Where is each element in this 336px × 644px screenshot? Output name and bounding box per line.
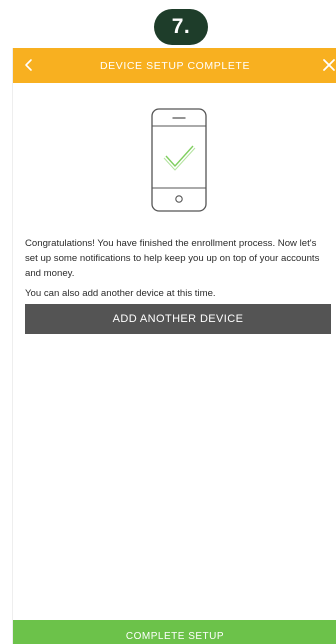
chevron-left-icon[interactable] <box>21 57 37 73</box>
message-paragraph: You can also add another device at this … <box>25 288 216 299</box>
step-number-badge: 7. <box>154 9 208 45</box>
complete-setup-button[interactable]: COMPLETE SETUP <box>13 620 336 644</box>
message-paragraph: Congratulations! You have finished the e… <box>25 238 320 279</box>
page-title: DEVICE SETUP COMPLETE <box>99 59 251 72</box>
completion-message: Congratulations! You have finished the e… <box>25 236 330 301</box>
add-another-device-button[interactable]: ADD ANOTHER DEVICE <box>25 304 331 334</box>
app-screen: DEVICE SETUP COMPLETE Congratulations! Y… <box>12 48 336 644</box>
phone-checkmark-icon <box>151 108 207 212</box>
header-bar: DEVICE SETUP COMPLETE <box>13 48 336 83</box>
step-indicator: 7. <box>0 0 336 48</box>
close-icon[interactable] <box>321 57 336 73</box>
